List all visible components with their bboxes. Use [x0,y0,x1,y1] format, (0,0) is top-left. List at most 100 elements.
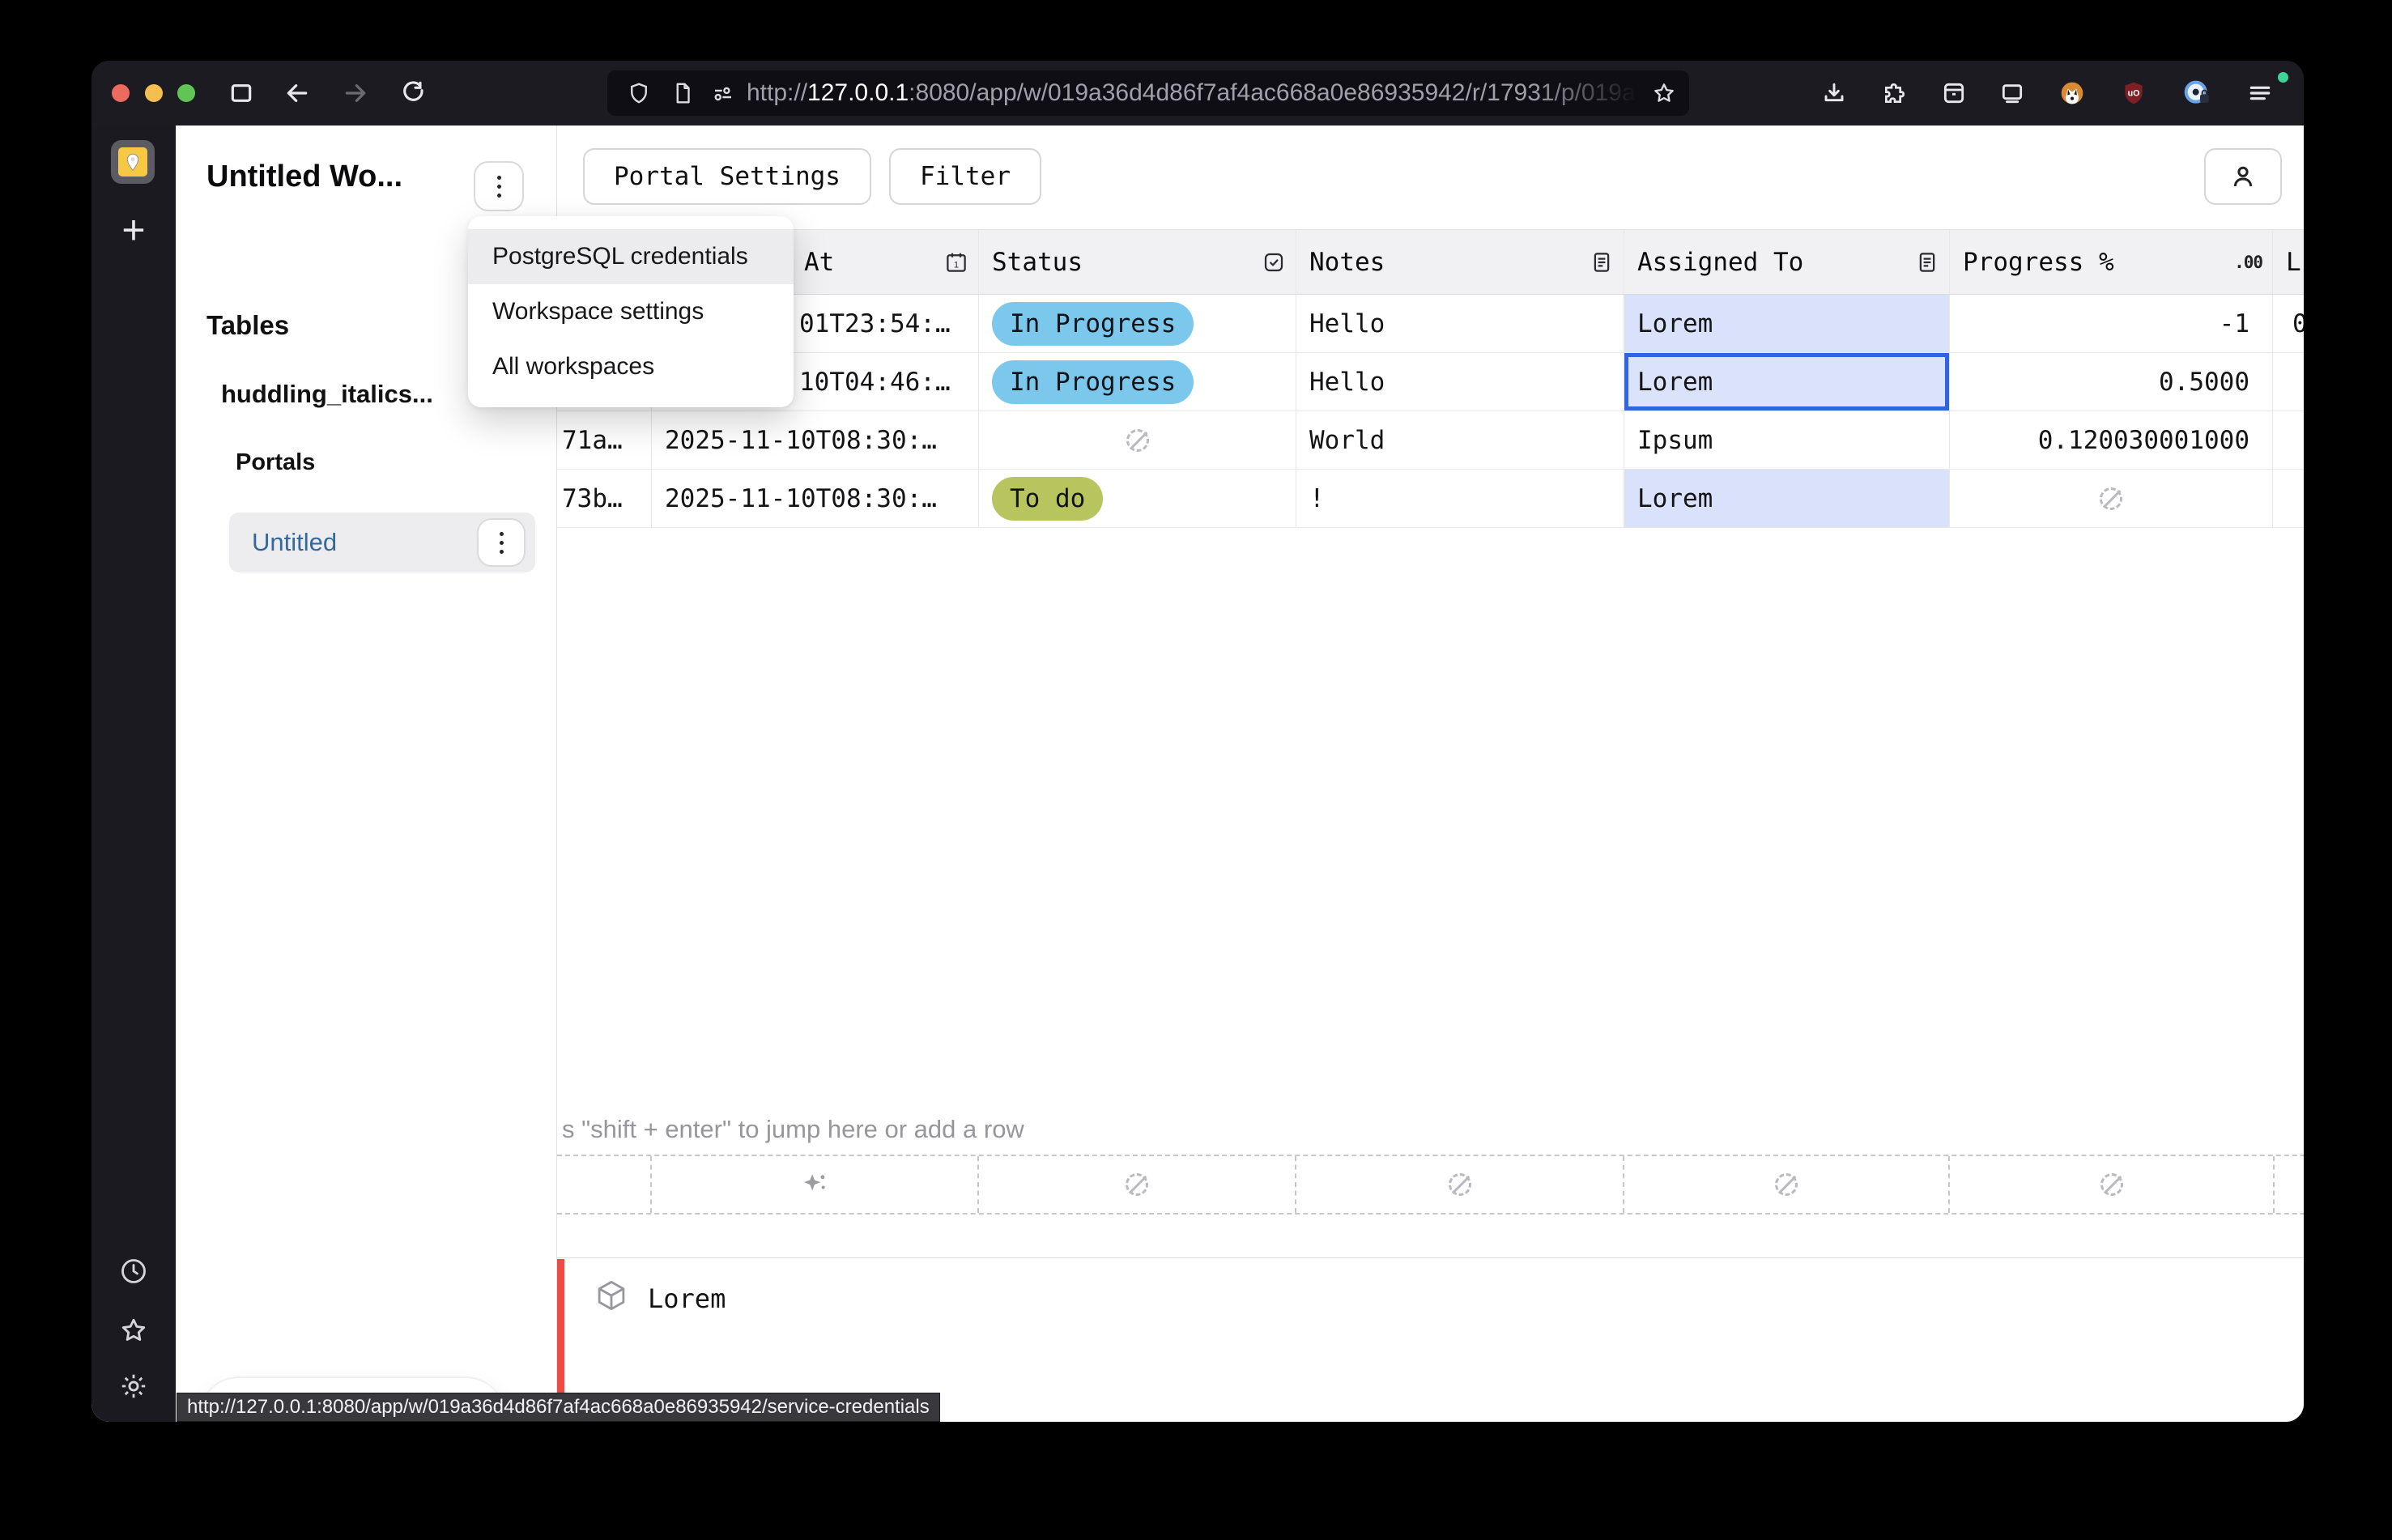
ghost-cell-status[interactable] [979,1156,1296,1213]
app-content: + Untitled Wo... Tables huddling_italics… [92,125,2304,1422]
status-badge[interactable]: In Progress [992,302,1194,346]
cell-at[interactable]: 2025-11-10T08:30:… [652,411,979,469]
cell-notes[interactable]: Hello [1296,295,1624,352]
cell-id[interactable]: 71a… [557,411,652,469]
kebab-icon [497,176,501,198]
cell-id[interactable]: 73b… [557,470,652,527]
status-badge[interactable]: To do [992,477,1103,521]
table-row: 71a… 2025-11-10T08:30:… World Ipsum 0.12… [557,411,2304,470]
download-icon[interactable] [1820,79,1848,107]
url-domain: 127.0.0.1 [807,79,909,106]
record-cube-icon [594,1278,628,1312]
screen-icon[interactable] [1998,79,2026,107]
cell-last[interactable] [2273,470,2304,527]
panel-divider [557,1257,2304,1258]
cell-status[interactable]: To do [979,470,1296,527]
record-title[interactable]: Lorem [648,1283,726,1314]
url-text: http://127.0.0.1:8080/app/w/019a36d4d86f… [747,70,1637,116]
cell-last[interactable] [2273,411,2304,469]
tables-heading: Tables [206,310,289,341]
cell-progress[interactable]: 0.120030001000 [1950,411,2273,469]
data-grid: At 1 Status Notes Assigned To Progress %… [557,229,2304,528]
close-window-button[interactable] [112,84,130,102]
sidebar-item-portal[interactable]: Untitled [229,513,535,572]
ghost-cell-id[interactable] [557,1156,652,1213]
archive-box-icon[interactable] [1940,79,1968,107]
sparkle-icon [801,1171,828,1198]
zoom-window-button[interactable] [177,84,195,102]
favorites-star-icon[interactable] [119,1316,148,1345]
record-accent-bar [557,1259,564,1406]
null-value-icon [1446,1171,1474,1198]
new-row-placeholder[interactable] [557,1155,2304,1215]
checkbox-icon [1262,250,1286,274]
header-notes[interactable]: Notes [1296,230,1624,294]
filter-button[interactable]: Filter [889,148,1041,205]
url-bar[interactable]: http://127.0.0.1:8080/app/w/019a36d4d86f… [607,70,1689,116]
header-progress[interactable]: Progress % .00 [1950,230,2273,294]
privacy-badger-icon[interactable] [2058,79,2086,107]
grid-header-row: At 1 Status Notes Assigned To Progress %… [557,229,2304,295]
cell-assigned[interactable]: Ipsum [1624,411,1950,469]
menu-item-postgresql-credentials[interactable]: PostgreSQL credentials [468,229,794,284]
portals-heading: Portals [236,449,315,476]
minimize-window-button[interactable] [145,84,163,102]
null-value-icon [1124,427,1151,454]
reload-icon[interactable] [400,79,428,107]
permissions-icon[interactable] [711,81,735,105]
cell-notes[interactable]: Hello [1296,353,1624,411]
update-available-dot [2278,72,2288,83]
sidebar-toggle-icon[interactable] [228,79,255,107]
cell-at[interactable]: 2025-11-10T08:30:… [652,470,979,527]
ghost-cell-notes[interactable] [1296,1156,1624,1213]
menu-icon[interactable] [2246,79,2274,107]
sidebar-item-table[interactable]: huddling_italics... [221,380,433,409]
menu-item-all-workspaces[interactable]: All workspaces [468,339,794,394]
cell-notes[interactable]: ! [1296,470,1624,527]
portal-settings-button[interactable]: Portal Settings [583,148,871,205]
cell-status[interactable]: In Progress [979,295,1296,352]
cell-assigned-selected[interactable]: Lorem [1624,353,1950,411]
workspace-app-icon[interactable] [111,140,155,184]
ghost-cell-progress[interactable] [1950,1156,2273,1213]
cell-assigned[interactable]: Lorem [1624,470,1950,527]
table-row: 10T04:46:… In Progress Hello Lorem 0.500… [557,353,2304,411]
bookmark-star-icon[interactable] [1652,81,1676,105]
cell-progress[interactable]: -1 [1950,295,2273,352]
forward-icon[interactable] [342,79,369,107]
null-value-icon [1123,1171,1151,1198]
cell-status[interactable]: In Progress [979,353,1296,411]
cell-status[interactable] [979,411,1296,469]
back-icon[interactable] [283,79,311,107]
header-status[interactable]: Status [979,230,1296,294]
menu-item-workspace-settings[interactable]: Workspace settings [468,284,794,339]
portal-menu-button[interactable] [477,518,526,567]
workspace-menu-button[interactable] [474,161,524,211]
settings-gear-icon[interactable] [119,1372,148,1401]
user-button[interactable] [2204,148,2282,205]
status-badge[interactable]: In Progress [992,360,1194,404]
cell-notes[interactable]: World [1296,411,1624,469]
ghost-cell-at[interactable] [652,1156,979,1213]
workspace-title: Untitled Wo... [206,160,402,194]
ghost-cell-assigned[interactable] [1624,1156,1950,1213]
header-assigned-to[interactable]: Assigned To [1624,230,1950,294]
cell-assigned[interactable]: Lorem [1624,295,1950,352]
portal-label[interactable]: Untitled [252,513,337,572]
svg-text:uO: uO [2128,88,2140,98]
tracking-shield-icon[interactable] [627,81,651,105]
cell-last[interactable] [2273,353,2304,411]
cell-progress[interactable] [1950,470,2273,527]
ublock-shield-icon[interactable]: uO [2120,79,2147,107]
extensions-puzzle-icon[interactable] [1881,79,1909,107]
history-clock-icon[interactable] [119,1257,148,1286]
url-path: :8080/app/w/019a36d4d86f7af4ac668a0e8693… [909,79,1637,106]
page-file-icon[interactable] [670,81,695,105]
header-last[interactable]: L [2273,230,2304,294]
cell-last[interactable]: 0 [2273,295,2304,352]
password-manager-icon[interactable] [2183,79,2211,107]
ghost-cell-last[interactable] [2273,1156,2304,1213]
cell-progress[interactable]: 0.5000 [1950,353,2273,411]
add-workspace-button[interactable]: + [92,206,176,253]
app-rail: + [92,125,176,1422]
